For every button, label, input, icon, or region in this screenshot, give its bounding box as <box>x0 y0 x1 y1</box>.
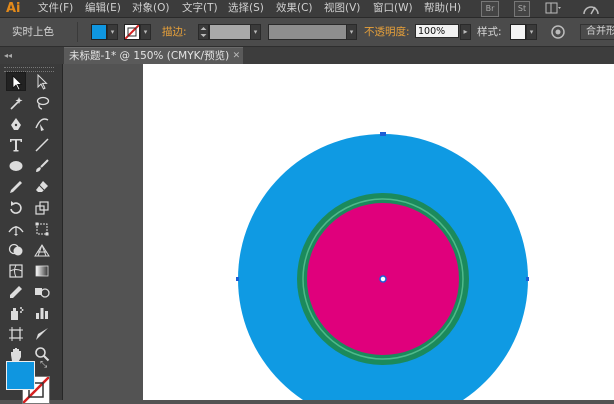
stroke-weight-input[interactable] <box>209 24 251 40</box>
left-anchor-point[interactable] <box>236 277 239 281</box>
selection-tool-icon[interactable] <box>6 72 26 91</box>
graphic-style-dropdown[interactable]: ▾ <box>526 24 537 40</box>
lasso-tool-icon[interactable] <box>32 93 52 112</box>
artboard-tool-icon[interactable] <box>6 324 26 343</box>
variable-width-dropdown[interactable]: ▾ <box>346 24 357 40</box>
stock-button[interactable]: St <box>514 1 530 17</box>
curvature-tool-icon[interactable] <box>32 114 52 133</box>
scale-tool-icon[interactable] <box>32 198 52 217</box>
bridge-button[interactable]: Br <box>481 1 499 17</box>
opacity-label[interactable]: 不透明度: <box>364 18 410 46</box>
slice-tool-icon[interactable] <box>32 324 52 343</box>
paintbrush-tool-icon[interactable] <box>32 156 52 175</box>
perspective-grid-tool-icon[interactable] <box>32 240 52 259</box>
center-point[interactable] <box>379 275 387 283</box>
stroke-color-swatch[interactable] <box>124 24 140 40</box>
artboard[interactable] <box>143 64 614 400</box>
close-tab-icon[interactable]: ✕ <box>233 48 241 65</box>
blend-tool-icon[interactable] <box>32 282 52 301</box>
selection-status-label: 实时上色 <box>12 26 54 38</box>
menu-select[interactable]: 选择(S) <box>228 0 264 17</box>
document-tab-bar: ◂◂ 未标题-1* @ 150% (CMYK/预览) ✕ <box>0 47 614 65</box>
merge-shapes-button[interactable]: 合并形 <box>580 24 614 40</box>
menu-object[interactable]: 对象(O) <box>132 0 169 17</box>
fill-dropdown-arrow[interactable]: ▾ <box>107 24 118 40</box>
gpu-performance-icon[interactable] <box>580 0 602 16</box>
fill-color-swatch[interactable] <box>91 24 107 40</box>
magic-wand-tool-icon[interactable] <box>6 93 26 112</box>
eraser-tool-icon[interactable] <box>32 177 52 196</box>
style-label: 样式: <box>477 26 502 38</box>
graphic-style-swatch[interactable] <box>510 24 526 40</box>
column-graph-tool-icon[interactable] <box>32 303 52 322</box>
menu-bar: Ai 文件(F) 编辑(E) 对象(O) 文字(T) 选择(S) 效果(C) 视… <box>0 0 614 18</box>
swap-fill-stroke-icon[interactable]: ⤡ <box>40 360 47 370</box>
stroke-weight-stepper[interactable] <box>198 24 209 40</box>
right-anchor-point[interactable] <box>526 277 529 281</box>
menu-type[interactable]: 文字(T) <box>182 0 218 17</box>
divider <box>77 22 78 42</box>
symbol-sprayer-tool-icon[interactable] <box>6 303 26 322</box>
eyedropper-tool-icon[interactable] <box>6 282 26 301</box>
stroke-weight-dropdown[interactable]: ▾ <box>250 24 261 40</box>
menu-help[interactable]: 帮助(H) <box>424 0 461 17</box>
ellipse-tool-icon[interactable] <box>6 156 26 175</box>
variable-width-profile[interactable] <box>268 24 348 40</box>
opacity-flyout-arrow[interactable]: ▸ <box>460 24 471 40</box>
collapse-panel-icon[interactable]: ◂◂ <box>4 47 12 64</box>
type-tool-icon[interactable] <box>6 135 26 154</box>
mesh-tool-icon[interactable] <box>6 261 26 280</box>
pen-tool-icon[interactable] <box>6 114 26 133</box>
direct-selection-tool-icon[interactable] <box>32 72 52 91</box>
arrange-documents-icon[interactable] <box>543 0 563 16</box>
menu-effect[interactable]: 效果(C) <box>276 0 313 17</box>
document-tab[interactable]: 未标题-1* @ 150% (CMYK/预览) ✕ <box>64 47 244 65</box>
line-segment-tool-icon[interactable] <box>32 135 52 154</box>
menu-window[interactable]: 窗口(W) <box>373 0 413 17</box>
menu-file[interactable]: 文件(F) <box>38 0 73 17</box>
rotate-tool-icon[interactable] <box>6 198 26 217</box>
stroke-dropdown-arrow[interactable]: ▾ <box>140 24 151 40</box>
free-transform-tool-icon[interactable] <box>32 219 52 238</box>
menu-view[interactable]: 视图(V) <box>324 0 360 17</box>
document-tab-title: 未标题-1* @ 150% (CMYK/预览) <box>69 50 230 62</box>
menu-edit[interactable]: 编辑(E) <box>85 0 121 17</box>
control-bar: 实时上色 ▾ ▾ 描边: ▾ ▾ 不透明度: 100% ▸ 样式: ▾ 合并形 <box>0 18 614 47</box>
app-logo: Ai <box>6 1 21 16</box>
pencil-tool-icon[interactable] <box>6 177 26 196</box>
document-canvas[interactable] <box>63 64 614 400</box>
tools-panel: ⤡ <box>0 64 63 404</box>
recolor-artwork-icon[interactable] <box>550 24 566 40</box>
width-tool-icon[interactable] <box>6 219 26 238</box>
gradient-tool-icon[interactable] <box>32 261 52 280</box>
artwork[interactable] <box>143 64 614 400</box>
opacity-input[interactable]: 100% <box>415 24 459 38</box>
shape-builder-tool-icon[interactable] <box>6 240 26 259</box>
fill-color-indicator[interactable] <box>6 361 35 390</box>
top-anchor-point[interactable] <box>380 132 386 136</box>
stroke-label[interactable]: 描边: <box>162 18 187 46</box>
